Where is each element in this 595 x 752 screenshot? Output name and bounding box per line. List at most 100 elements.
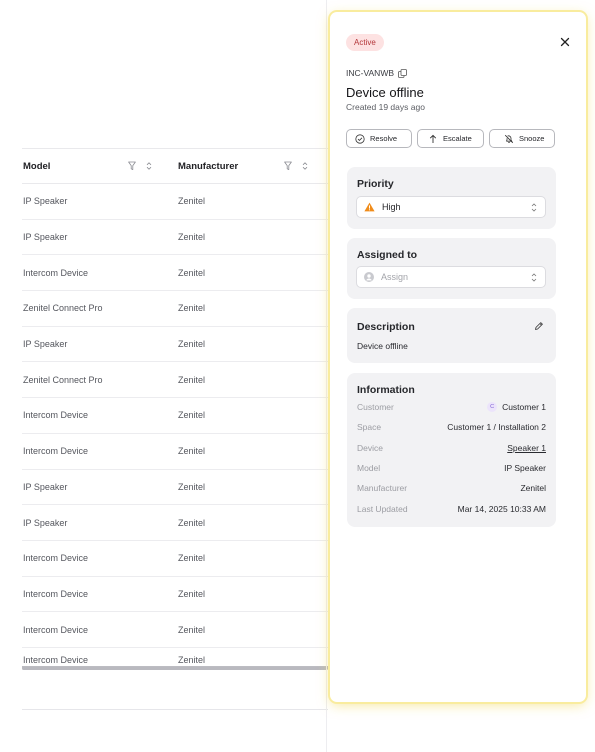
escalate-button[interactable]: Escalate: [417, 129, 484, 148]
cell-model: IP Speaker: [23, 339, 68, 350]
cell-model: Intercom Device: [23, 446, 89, 457]
info-row-customer: Customer C Customer 1: [357, 402, 546, 414]
arrow-up-icon: [429, 134, 437, 143]
cell-manufacturer: Zenitel: [178, 374, 206, 385]
cell-model: IP Speaker: [23, 517, 68, 528]
incident-detail-panel: Active INC-VANWB Device offline Created …: [330, 12, 586, 702]
cell-model: Intercom Device: [23, 267, 89, 278]
table-row[interactable]: IP Speaker Zenitel: [22, 220, 330, 256]
filter-icon[interactable]: [128, 161, 136, 171]
cell-model: IP Speaker: [23, 481, 68, 492]
cell-model: Intercom Device: [23, 410, 89, 421]
description-title: Description: [357, 321, 415, 333]
status-badge: Active: [346, 34, 384, 51]
priority-title: Priority: [357, 178, 394, 190]
column-header-manufacturer[interactable]: Manufacturer: [178, 161, 238, 172]
table-row[interactable]: IP Speaker Zenitel: [22, 505, 330, 541]
information-card: Information Customer C Customer 1 Space …: [347, 373, 556, 527]
cell-manufacturer: Zenitel: [178, 654, 206, 665]
model-label: Model: [357, 463, 381, 473]
manufacturer-label: Manufacturer: [357, 483, 408, 493]
table-row[interactable]: Intercom Device Zenitel: [22, 255, 330, 292]
incident-title: Device offline: [346, 85, 424, 100]
model-value: IP Speaker: [504, 463, 546, 473]
column-header-model[interactable]: Model: [23, 161, 50, 172]
info-row-manufacturer: Manufacturer Zenitel: [357, 483, 546, 495]
table-row[interactable]: Zenitel Connect Pro Zenitel: [22, 291, 330, 327]
pencil-icon[interactable]: [534, 321, 544, 331]
table-header: Model Manufacturer: [22, 148, 330, 184]
info-row-space: Space Customer 1 / Installation 2: [357, 422, 546, 434]
cell-manufacturer: Zenitel: [178, 624, 206, 635]
snooze-label: Snooze: [519, 134, 545, 143]
cell-manufacturer: Zenitel: [178, 303, 206, 314]
table-row[interactable]: Intercom Device Zenitel: [22, 398, 330, 434]
table-row[interactable]: Intercom Device Zenitel: [22, 577, 330, 613]
created-time: Created 19 days ago: [346, 102, 425, 112]
escalate-label: Escalate: [443, 134, 472, 143]
cell-model: Intercom Device: [23, 553, 89, 564]
cell-manufacturer: Zenitel: [178, 410, 206, 421]
information-title: Information: [357, 384, 415, 396]
chevron-up-down-icon: [531, 203, 537, 212]
sort-icon[interactable]: [145, 161, 153, 171]
horizontal-scrollbar[interactable]: [22, 667, 328, 670]
device-link[interactable]: Speaker 1: [507, 443, 546, 453]
resolve-label: Resolve: [370, 134, 398, 143]
customer-value[interactable]: Customer 1: [502, 402, 546, 412]
cell-manufacturer: Zenitel: [178, 553, 206, 564]
warning-triangle-icon: [364, 202, 375, 212]
bell-off-icon: [504, 134, 514, 143]
sort-icon[interactable]: [301, 161, 309, 171]
divider: [22, 709, 328, 710]
table-row[interactable]: Intercom Device Zenitel: [22, 541, 330, 577]
table-row[interactable]: Intercom Device Zenitel: [22, 434, 330, 470]
table-row[interactable]: IP Speaker Zenitel: [22, 184, 330, 220]
description-card: Description Device offline: [347, 308, 556, 363]
cell-manufacturer: Zenitel: [178, 517, 206, 528]
incident-actions: Resolve Escalate Snooze: [346, 129, 555, 148]
cell-manufacturer: Zenitel: [178, 339, 206, 350]
table-row[interactable]: IP Speaker Zenitel: [22, 327, 330, 363]
priority-select[interactable]: High: [356, 196, 546, 218]
divider: [326, 0, 327, 752]
info-row-last-updated: Last Updated Mar 14, 2025 10:33 AM: [357, 504, 546, 516]
table-body: IP Speaker Zenitel IP Speaker Zenitel Interc…: [22, 184, 330, 668]
assign-select[interactable]: Assign: [356, 266, 546, 288]
cell-manufacturer: Zenitel: [178, 267, 206, 278]
table-row[interactable]: IP Speaker Zenitel: [22, 470, 330, 506]
manufacturer-column-controls: [284, 161, 309, 171]
cell-manufacturer: Zenitel: [178, 196, 206, 207]
close-icon: [560, 37, 570, 47]
table-row[interactable]: Intercom Device Zenitel: [22, 648, 330, 668]
cell-manufacturer: Zenitel: [178, 588, 206, 599]
info-row-device: Device Speaker 1: [357, 443, 546, 455]
filter-icon[interactable]: [284, 161, 292, 171]
table-row[interactable]: Zenitel Connect Pro Zenitel: [22, 362, 330, 399]
space-label: Space: [357, 422, 382, 432]
close-button[interactable]: [558, 35, 572, 49]
chevron-up-down-icon: [531, 273, 537, 282]
cell-model: Intercom Device: [23, 654, 89, 665]
assigned-card: Assigned to Assign: [347, 238, 556, 299]
resolve-button[interactable]: Resolve: [346, 129, 412, 148]
cell-model: Zenitel Connect Pro: [23, 374, 103, 385]
info-row-model: Model IP Speaker: [357, 463, 546, 475]
manufacturer-value: Zenitel: [520, 483, 546, 493]
last-updated-label: Last Updated: [357, 504, 408, 514]
incident-id: INC-VANWB: [346, 68, 407, 78]
cell-manufacturer: Zenitel: [178, 446, 206, 457]
table-row[interactable]: Intercom Device Zenitel: [22, 612, 330, 648]
model-column-controls: [128, 161, 153, 171]
assigned-title: Assigned to: [357, 249, 418, 261]
cell-model: Intercom Device: [23, 624, 89, 635]
devices-table: Model Manufacturer IP Speaker Zenitel IP S…: [0, 0, 330, 752]
space-value: Customer 1 / Installation 2: [447, 422, 546, 432]
snooze-button[interactable]: Snooze: [489, 129, 555, 148]
user-avatar-icon: [364, 272, 374, 282]
cell-model: Zenitel Connect Pro: [23, 303, 103, 314]
copy-icon[interactable]: [398, 68, 407, 78]
customer-value-group: C Customer 1: [487, 402, 546, 412]
customer-label: Customer: [357, 402, 394, 412]
device-label: Device: [357, 443, 383, 453]
